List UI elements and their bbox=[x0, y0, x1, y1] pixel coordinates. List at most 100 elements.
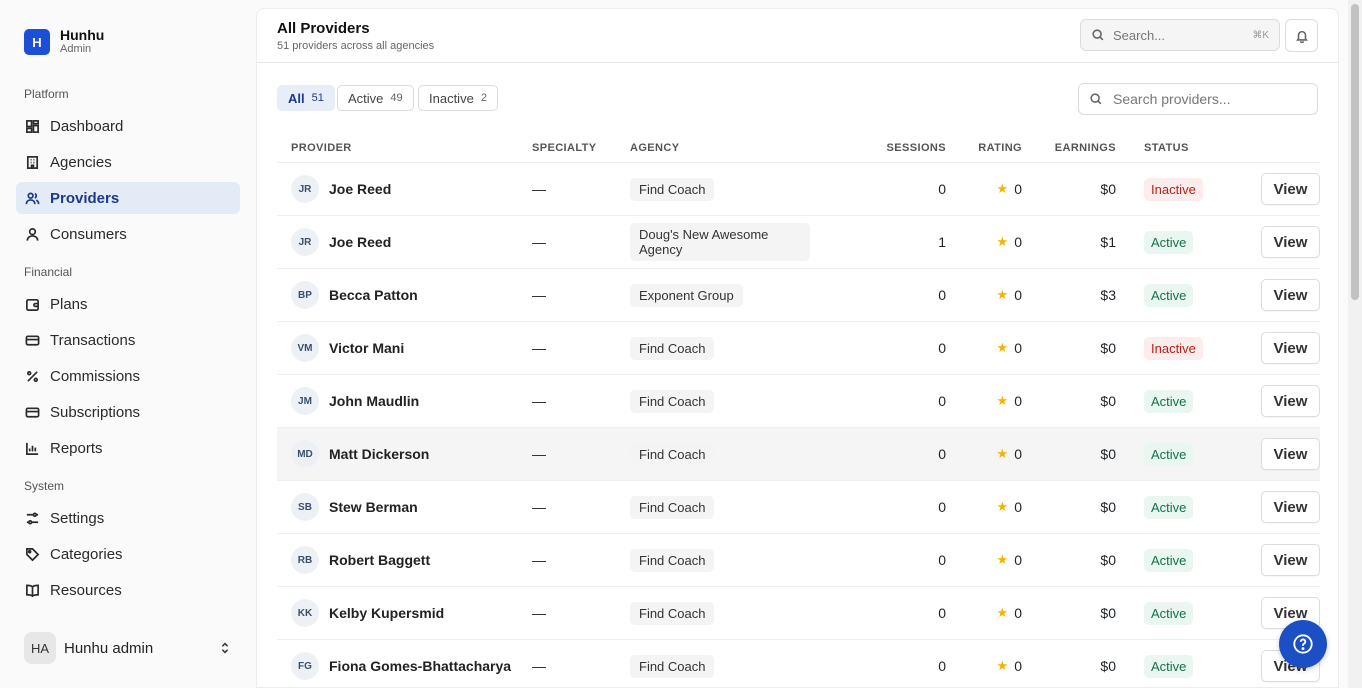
provider-cell: SB Stew Berman bbox=[277, 493, 532, 521]
status-badge: Active bbox=[1144, 389, 1194, 413]
rating-cell: ★ 0 bbox=[946, 499, 1022, 515]
provider-search-input[interactable] bbox=[1113, 91, 1303, 107]
table-row[interactable]: MD Matt Dickerson — Find Coach 0 ★ 0 $0 … bbox=[277, 428, 1320, 481]
col-agency[interactable]: AGENCY bbox=[630, 142, 810, 154]
user-icon bbox=[24, 226, 40, 242]
agency-cell: Find Coach bbox=[630, 654, 810, 678]
rating-cell: ★ 0 bbox=[946, 340, 1022, 356]
tab-active[interactable]: Active 49 bbox=[337, 85, 414, 111]
nav-group-platform: Platform bbox=[24, 87, 69, 101]
provider-name[interactable]: Victor Mani bbox=[329, 340, 404, 356]
sidebar-item-label: Categories bbox=[50, 545, 123, 563]
view-button[interactable]: View bbox=[1261, 385, 1320, 417]
global-search-placeholder: Search... bbox=[1113, 27, 1166, 43]
col-specialty[interactable]: SPECIALTY bbox=[532, 142, 630, 154]
sidebar-item-categories[interactable]: Categories bbox=[16, 538, 240, 570]
provider-name[interactable]: Joe Reed bbox=[329, 181, 391, 197]
view-button[interactable]: View bbox=[1261, 173, 1320, 205]
sidebar-item-subscriptions[interactable]: Subscriptions bbox=[16, 396, 240, 428]
table-row[interactable]: JR Joe Reed — Doug's New Awesome Agency … bbox=[277, 216, 1320, 269]
view-button[interactable]: View bbox=[1261, 438, 1320, 470]
provider-name[interactable]: Matt Dickerson bbox=[329, 446, 429, 462]
scrollbar-thumb[interactable] bbox=[1351, 4, 1359, 300]
sidebar-item-commissions[interactable]: Commissions bbox=[16, 360, 240, 392]
sidebar-item-plans[interactable]: Plans bbox=[16, 288, 240, 320]
table-row[interactable]: RB Robert Baggett — Find Coach 0 ★ 0 $0 … bbox=[277, 534, 1320, 587]
card-icon bbox=[24, 404, 40, 420]
scrollbar[interactable] bbox=[1348, 0, 1362, 688]
earnings-cell: $1 bbox=[1100, 234, 1116, 250]
col-sessions[interactable]: SESSIONS bbox=[810, 142, 946, 154]
agency-chip: Find Coach bbox=[630, 654, 715, 678]
global-search[interactable]: Search... ⌘K bbox=[1080, 19, 1280, 51]
rating-value: 0 bbox=[1014, 234, 1022, 250]
tab-count: 51 bbox=[311, 92, 324, 104]
agency-cell: Find Coach bbox=[630, 336, 810, 360]
provider-name[interactable]: Becca Patton bbox=[329, 287, 418, 303]
bar-chart-icon bbox=[24, 440, 40, 456]
page-subtitle: 51 providers across all agencies bbox=[277, 39, 435, 52]
rating-cell: ★ 0 bbox=[946, 181, 1022, 197]
view-button[interactable]: View bbox=[1261, 226, 1320, 258]
sidebar-item-settings[interactable]: Settings bbox=[16, 502, 240, 534]
star-icon: ★ bbox=[996, 605, 1009, 620]
agency-chip: Exponent Group bbox=[630, 283, 743, 307]
table-row[interactable]: SB Stew Berman — Find Coach 0 ★ 0 $0 Act… bbox=[277, 481, 1320, 534]
avatar: KK bbox=[291, 599, 319, 627]
status-cell: Inactive bbox=[1116, 336, 1224, 360]
earnings-cell: $0 bbox=[1100, 658, 1116, 674]
provider-name[interactable]: Stew Berman bbox=[329, 499, 418, 515]
sidebar-item-providers[interactable]: Providers bbox=[16, 182, 240, 214]
col-rating[interactable]: RATING bbox=[946, 142, 1022, 154]
tab-all[interactable]: All 51 bbox=[277, 85, 335, 111]
notifications-button[interactable] bbox=[1285, 19, 1318, 52]
table-row[interactable]: VM Victor Mani — Find Coach 0 ★ 0 $0 Ina… bbox=[277, 322, 1320, 375]
view-button[interactable]: View bbox=[1261, 279, 1320, 311]
sidebar-item-reports[interactable]: Reports bbox=[16, 432, 240, 464]
avatar: SB bbox=[291, 493, 319, 521]
provider-name[interactable]: John Maudlin bbox=[329, 393, 419, 409]
table-row[interactable]: FG Fiona Gomes-Bhattacharya — Find Coach… bbox=[277, 640, 1320, 687]
sessions-cell: 0 bbox=[938, 446, 946, 462]
star-icon: ★ bbox=[996, 234, 1009, 249]
view-button[interactable]: View bbox=[1261, 491, 1320, 523]
table-row[interactable]: KK Kelby Kupersmid — Find Coach 0 ★ 0 $0… bbox=[277, 587, 1320, 640]
table-row[interactable]: BP Becca Patton — Exponent Group 0 ★ 0 $… bbox=[277, 269, 1320, 322]
user-name: Hunhu admin bbox=[64, 639, 154, 657]
nav-group-financial: Financial bbox=[24, 265, 73, 279]
sidebar-item-resources[interactable]: Resources bbox=[16, 574, 240, 606]
user-menu[interactable]: HA Hunhu admin bbox=[16, 624, 240, 672]
provider-name[interactable]: Joe Reed bbox=[329, 234, 391, 250]
tab-count: 2 bbox=[480, 92, 487, 104]
col-earnings[interactable]: EARNINGS bbox=[1022, 142, 1116, 154]
tab-inactive[interactable]: Inactive 2 bbox=[418, 85, 498, 111]
dashboard-icon bbox=[24, 118, 40, 134]
provider-cell: RB Robert Baggett bbox=[277, 546, 532, 574]
col-status[interactable]: STATUS bbox=[1116, 142, 1224, 154]
col-provider[interactable]: PROVIDER bbox=[277, 142, 532, 154]
sidebar-item-label: Subscriptions bbox=[50, 403, 141, 421]
provider-name[interactable]: Fiona Gomes-Bhattacharya bbox=[329, 658, 511, 674]
rating-value: 0 bbox=[1014, 340, 1022, 356]
status-cell: Active bbox=[1116, 654, 1224, 678]
table-row[interactable]: JR Joe Reed — Find Coach 0 ★ 0 $0 Inacti… bbox=[277, 163, 1320, 216]
sidebar-item-consumers[interactable]: Consumers bbox=[16, 218, 240, 250]
star-icon: ★ bbox=[996, 446, 1009, 461]
brand[interactable]: H Hunhu Admin bbox=[16, 16, 240, 60]
status-badge: Active bbox=[1144, 230, 1194, 254]
provider-name[interactable]: Robert Baggett bbox=[329, 552, 430, 568]
star-icon: ★ bbox=[996, 287, 1009, 302]
sidebar-item-dashboard[interactable]: Dashboard bbox=[16, 110, 240, 142]
view-button[interactable]: View bbox=[1261, 332, 1320, 364]
provider-name[interactable]: Kelby Kupersmid bbox=[329, 605, 444, 621]
help-button[interactable] bbox=[1279, 620, 1327, 668]
sidebar-item-agencies[interactable]: Agencies bbox=[16, 146, 240, 178]
sidebar-item-transactions[interactable]: Transactions bbox=[16, 324, 240, 356]
table-row[interactable]: JM John Maudlin — Find Coach 0 ★ 0 $0 Ac… bbox=[277, 375, 1320, 428]
specialty-cell: — bbox=[532, 552, 546, 568]
avatar: BP bbox=[291, 281, 319, 309]
brand-subtitle: Admin bbox=[60, 43, 92, 55]
star-icon: ★ bbox=[996, 658, 1009, 673]
view-button[interactable]: View bbox=[1261, 544, 1320, 576]
provider-search bbox=[1078, 83, 1318, 115]
